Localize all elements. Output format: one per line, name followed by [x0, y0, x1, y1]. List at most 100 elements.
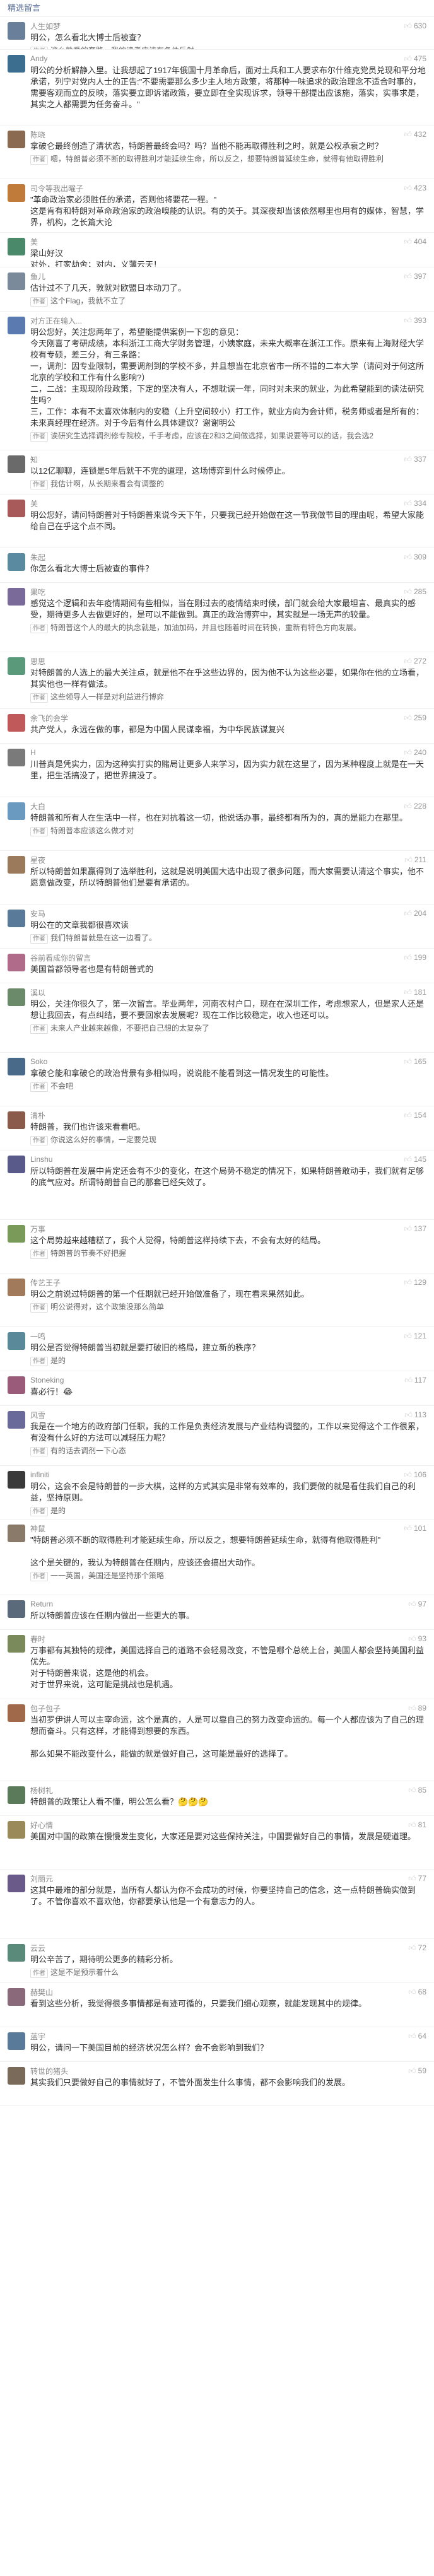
avatar[interactable]: [8, 1411, 25, 1429]
avatar[interactable]: [8, 1944, 25, 1962]
commenter-name[interactable]: H: [30, 748, 36, 757]
avatar[interactable]: [8, 714, 25, 732]
avatar[interactable]: [8, 1111, 25, 1129]
avatar[interactable]: [8, 1471, 25, 1489]
avatar[interactable]: [8, 1988, 25, 2006]
like-button[interactable]: 👍︎ 334: [404, 499, 426, 508]
commenter-name[interactable]: Andy: [30, 54, 47, 63]
commenter-name[interactable]: 神鼠: [30, 1523, 45, 1534]
avatar[interactable]: [8, 184, 25, 202]
avatar[interactable]: [8, 238, 25, 255]
avatar[interactable]: [8, 22, 25, 40]
avatar[interactable]: [8, 1225, 25, 1243]
like-button[interactable]: 👍︎ 93: [408, 1634, 426, 1644]
commenter-name[interactable]: 蓝宇: [30, 2031, 45, 2042]
like-button[interactable]: 👍︎ 285: [404, 587, 426, 597]
commenter-name[interactable]: 朱起: [30, 552, 45, 563]
commenter-name[interactable]: 溪以: [30, 987, 45, 998]
avatar[interactable]: [8, 954, 25, 971]
avatar[interactable]: [8, 1635, 25, 1653]
commenter-name[interactable]: 星夜: [30, 855, 45, 865]
commenter-name[interactable]: Soko: [30, 1057, 47, 1066]
avatar[interactable]: [8, 1786, 25, 1804]
commenter-name[interactable]: 余飞的会学: [30, 713, 68, 723]
like-button[interactable]: 👍︎ 165: [404, 1057, 426, 1067]
commenter-name[interactable]: 大白: [30, 801, 45, 812]
like-button[interactable]: 👍︎ 181: [404, 988, 426, 997]
commenter-name[interactable]: 好心情: [30, 1820, 53, 1830]
commenter-name[interactable]: 谷前看成你的留言: [30, 952, 91, 963]
like-button[interactable]: 👍︎ 397: [404, 272, 426, 281]
commenter-name[interactable]: Linshu: [30, 1155, 52, 1164]
commenter-name[interactable]: 杨树礼: [30, 1785, 53, 1796]
avatar[interactable]: [8, 2067, 25, 2085]
commenter-name[interactable]: 风雪: [30, 1410, 45, 1420]
avatar[interactable]: [8, 1058, 25, 1075]
like-button[interactable]: 👍︎ 204: [404, 909, 426, 918]
avatar[interactable]: [8, 1156, 25, 1173]
like-button[interactable]: 👍︎ 101: [404, 1524, 426, 1533]
commenter-name[interactable]: 司令等我出曜子: [30, 183, 83, 194]
like-button[interactable]: 👍︎ 59: [408, 2066, 426, 2076]
commenter-name[interactable]: Return: [30, 1600, 53, 1608]
commenter-name[interactable]: 赫樊山: [30, 1987, 53, 1998]
like-button[interactable]: 👍︎ 113: [404, 1410, 426, 1420]
commenter-name[interactable]: 陈晓: [30, 129, 45, 140]
like-button[interactable]: 👍︎ 393: [404, 316, 426, 325]
like-button[interactable]: 👍︎ 89: [408, 1704, 426, 1713]
avatar[interactable]: [8, 1600, 25, 1618]
avatar[interactable]: [8, 131, 25, 148]
like-button[interactable]: 👍︎ 475: [404, 54, 426, 64]
avatar[interactable]: [8, 1376, 25, 1394]
avatar[interactable]: [8, 553, 25, 571]
avatar[interactable]: [8, 802, 25, 820]
like-button[interactable]: 👍︎ 121: [404, 1332, 426, 1341]
avatar[interactable]: [8, 317, 25, 334]
like-button[interactable]: 👍︎ 77: [408, 1874, 426, 1883]
avatar[interactable]: [8, 1875, 25, 1892]
like-button[interactable]: 👍︎ 154: [404, 1111, 426, 1120]
commenter-name[interactable]: 人生如梦: [30, 21, 61, 32]
commenter-name[interactable]: 万事: [30, 1224, 45, 1234]
avatar[interactable]: [8, 2032, 25, 2050]
commenter-name[interactable]: 关: [30, 498, 38, 509]
avatar[interactable]: [8, 1525, 25, 1542]
commenter-name[interactable]: 知: [30, 454, 38, 465]
commenter-name[interactable]: 转世的猪头: [30, 2066, 68, 2076]
like-button[interactable]: 👍︎ 97: [408, 1600, 426, 1609]
like-button[interactable]: 👍︎ 81: [408, 1820, 426, 1830]
like-button[interactable]: 👍︎ 199: [404, 953, 426, 963]
avatar[interactable]: [8, 455, 25, 473]
like-button[interactable]: 👍︎ 309: [404, 553, 426, 562]
like-button[interactable]: 👍︎ 211: [404, 855, 426, 865]
like-button[interactable]: 👍︎ 423: [404, 184, 426, 193]
commenter-name[interactable]: 鱼儿: [30, 271, 45, 282]
commenter-name[interactable]: 清朴: [30, 1110, 45, 1121]
like-button[interactable]: 👍︎ 145: [404, 1155, 426, 1164]
like-button[interactable]: 👍︎ 240: [404, 748, 426, 758]
like-button[interactable]: 👍︎ 106: [404, 1470, 426, 1480]
like-button[interactable]: 👍︎ 630: [404, 21, 426, 31]
avatar[interactable]: [8, 749, 25, 766]
avatar[interactable]: [8, 910, 25, 927]
like-button[interactable]: 👍︎ 337: [404, 455, 426, 464]
commenter-name[interactable]: infiniti: [30, 1470, 50, 1479]
like-button[interactable]: 👍︎ 404: [404, 237, 426, 247]
commenter-name[interactable]: 思思: [30, 656, 45, 667]
like-button[interactable]: 👍︎ 228: [404, 802, 426, 811]
like-button[interactable]: 👍︎ 432: [404, 130, 426, 139]
commenter-name[interactable]: 春时: [30, 1634, 45, 1644]
avatar[interactable]: [8, 272, 25, 290]
avatar[interactable]: [8, 657, 25, 675]
like-button[interactable]: 👍︎ 129: [404, 1278, 426, 1287]
like-button[interactable]: 👍︎ 137: [404, 1224, 426, 1234]
like-button[interactable]: 👍︎ 117: [404, 1376, 426, 1385]
like-button[interactable]: 👍︎ 259: [404, 713, 426, 723]
commenter-name[interactable]: 包子包子: [30, 1703, 61, 1714]
commenter-name[interactable]: 刘丽元: [30, 1873, 53, 1884]
avatar[interactable]: [8, 1821, 25, 1839]
commenter-name[interactable]: 云云: [30, 1943, 45, 1953]
avatar[interactable]: [8, 55, 25, 73]
commenter-name[interactable]: Stoneking: [30, 1376, 64, 1385]
like-button[interactable]: 👍︎ 64: [408, 2032, 426, 2041]
